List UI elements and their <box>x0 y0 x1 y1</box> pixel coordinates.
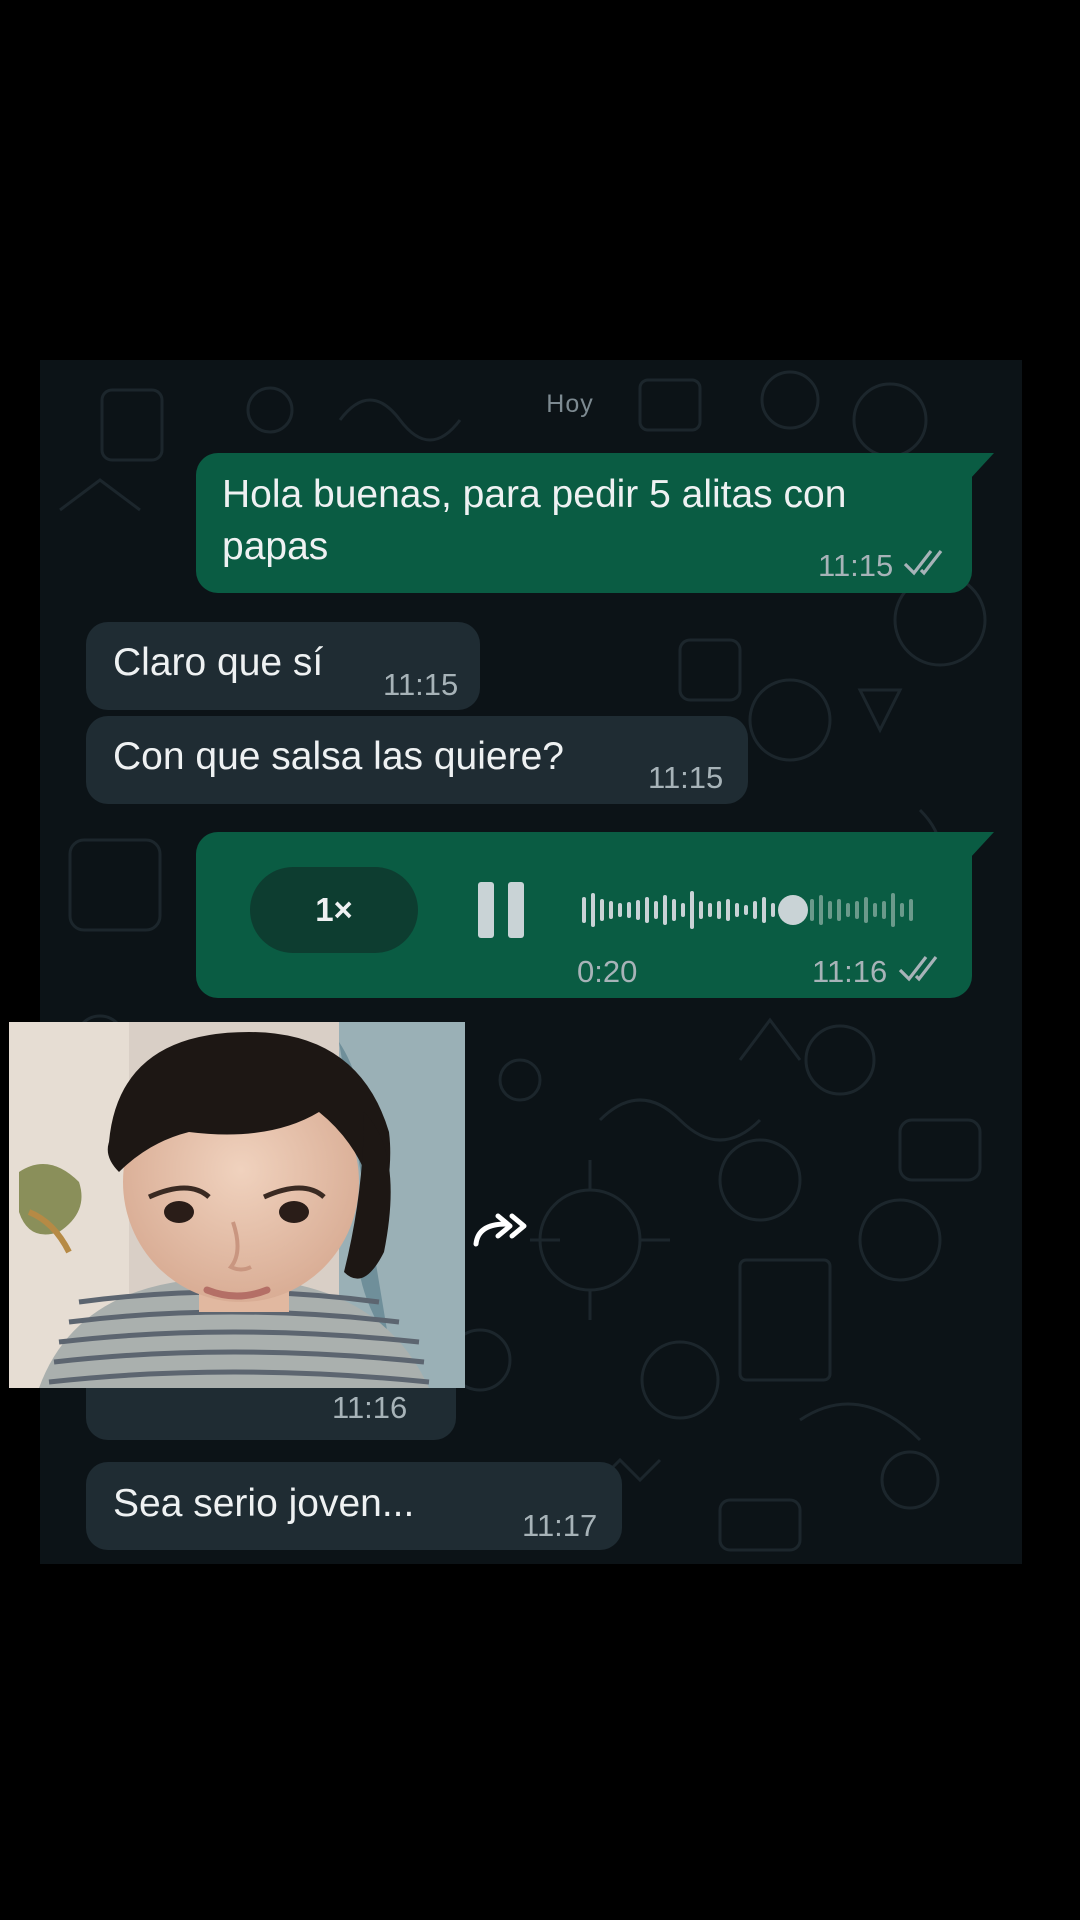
bubble-tail <box>970 453 994 479</box>
message-text: Hola buenas, para pedir 5 alitas con <box>222 473 847 516</box>
message-time: 11:15 <box>383 667 459 702</box>
message-text: Claro que sí <box>113 641 324 684</box>
child-photo[interactable] <box>9 1022 465 1388</box>
pause-icon[interactable] <box>478 882 528 938</box>
double-check-icon <box>898 956 938 982</box>
message-time: 11:16 <box>812 954 888 989</box>
message-time: 11:15 <box>648 760 724 795</box>
voice-duration: 0:20 <box>577 954 638 989</box>
message-time: 11:15 <box>818 548 894 583</box>
double-check-icon <box>903 550 943 576</box>
message-text: papas <box>222 525 329 568</box>
message-time: 11:16 <box>332 1390 408 1425</box>
audio-waveform[interactable] <box>580 885 940 935</box>
bubble-tail <box>970 832 994 858</box>
playback-speed-button[interactable]: 1× <box>250 867 418 953</box>
message-time: 11:17 <box>522 1508 598 1543</box>
playback-scrubber <box>778 895 808 925</box>
date-separator: Hoy <box>546 390 594 418</box>
message-text: Con que salsa las quiere? <box>113 735 564 778</box>
forward-icon[interactable] <box>472 1210 530 1250</box>
message-text: Sea serio joven... <box>113 1482 415 1525</box>
